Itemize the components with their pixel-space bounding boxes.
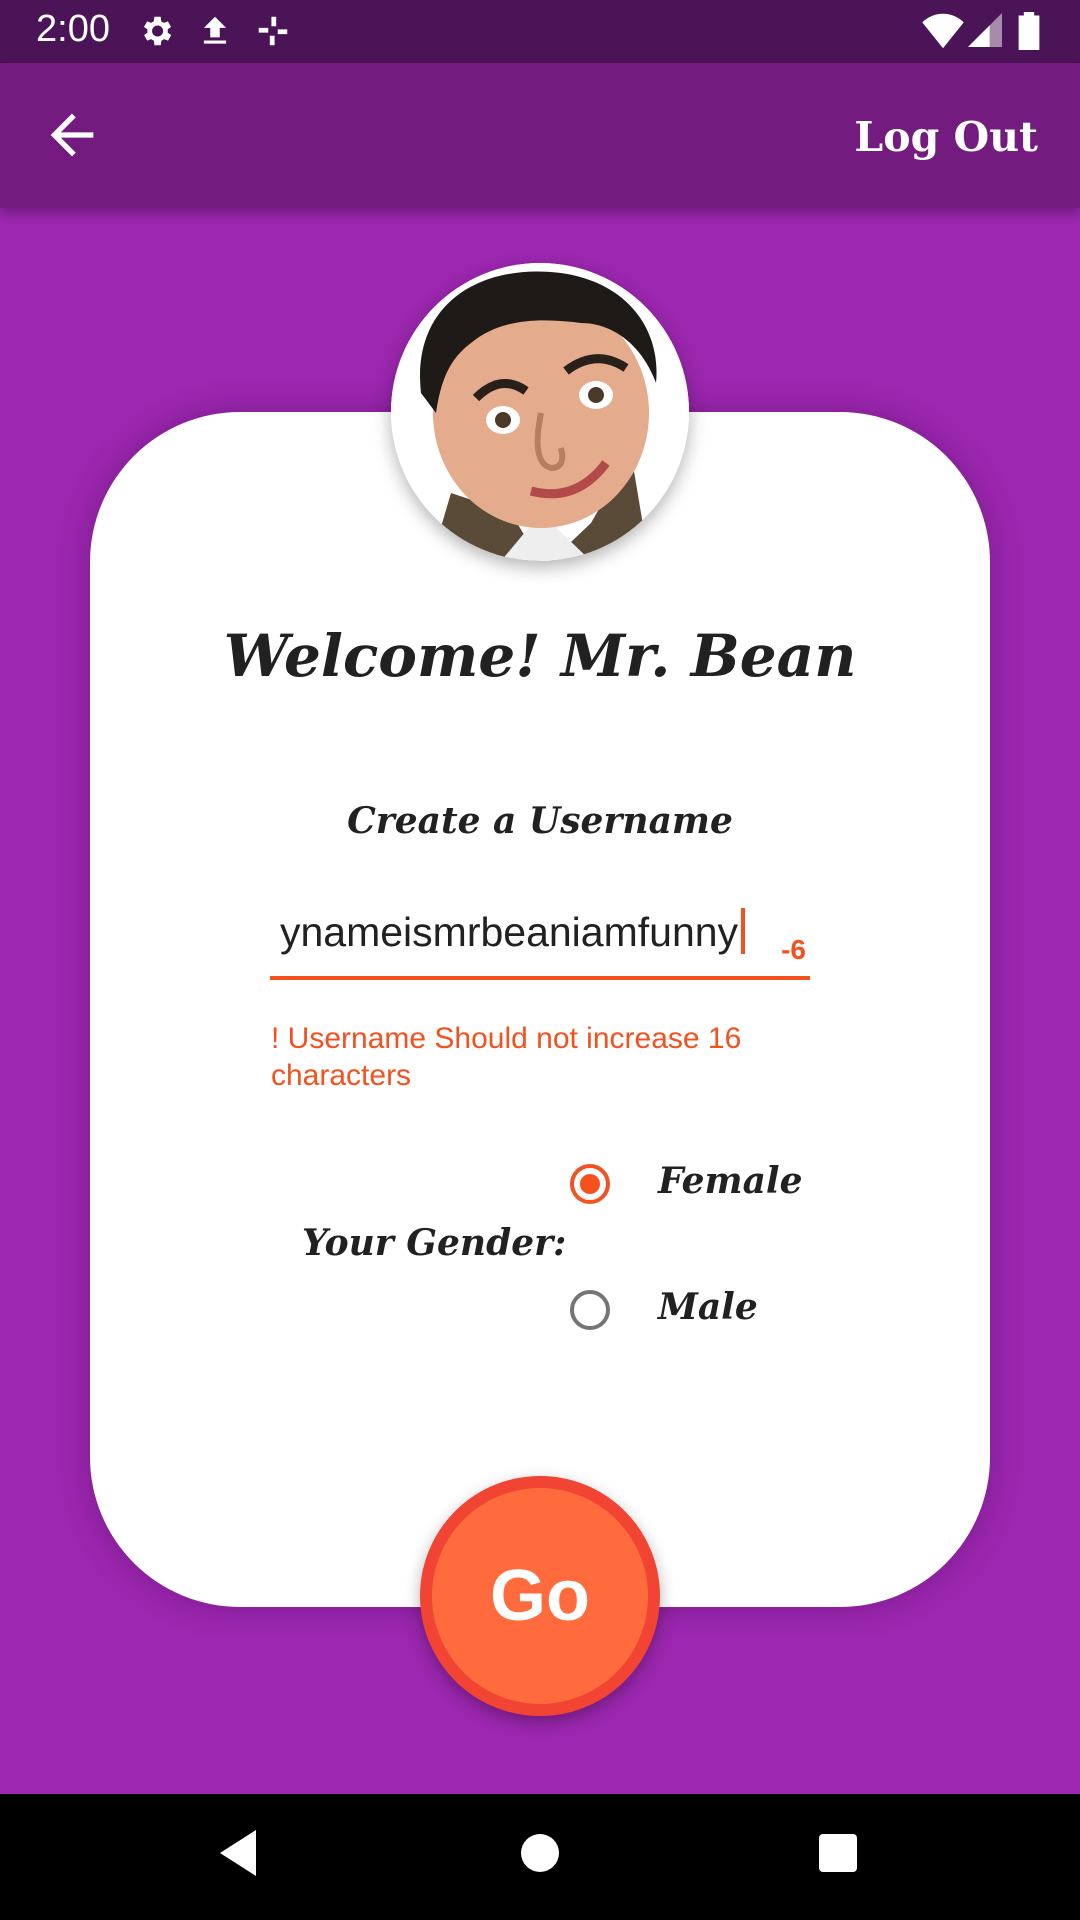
radio-option-female[interactable]: Female [568,1160,828,1220]
welcome-title: Welcome! Mr. Bean [223,622,857,690]
pinwheel-icon [258,16,288,46]
radio-label-female: Female [658,1160,803,1202]
char-counter: -6 [781,934,806,965]
settings-icon [143,16,172,46]
home-circle-icon[interactable] [518,1828,562,1878]
battery-icon [1018,12,1040,50]
signal-icon [968,13,1002,47]
username-value: ynameismrbeaniamfunny [280,908,746,956]
navigation-bar [0,1794,1080,1920]
radio-label-male: Male [658,1286,758,1328]
username-label: Create a Username [347,800,733,842]
go-label: Go [490,1556,590,1636]
recents-square-icon[interactable] [816,1828,860,1878]
upload-icon [203,16,227,44]
gender-label: Your Gender: [302,1222,567,1264]
logout-button[interactable]: Log Out [854,113,1038,161]
app-bar: Log Out [0,63,1080,208]
radio-button-female[interactable] [570,1164,610,1204]
back-triangle-icon[interactable] [216,1828,260,1878]
status-time: 2:00 [36,8,110,50]
wifi-icon [922,13,964,49]
radio-option-male[interactable]: Male [568,1286,828,1346]
text-cursor [741,908,746,954]
profile-card [90,412,990,1607]
username-error: ! Username Should not increase 16 charac… [271,1022,742,1092]
avatar [391,263,689,561]
go-button[interactable]: Go [420,1476,660,1716]
username-input[interactable]: ynameismrbeaniamfunny -6 [270,900,810,980]
arrow-back-icon[interactable] [40,103,104,167]
radio-button-male[interactable] [570,1290,610,1330]
status-bar: 2:00 [0,0,1080,63]
